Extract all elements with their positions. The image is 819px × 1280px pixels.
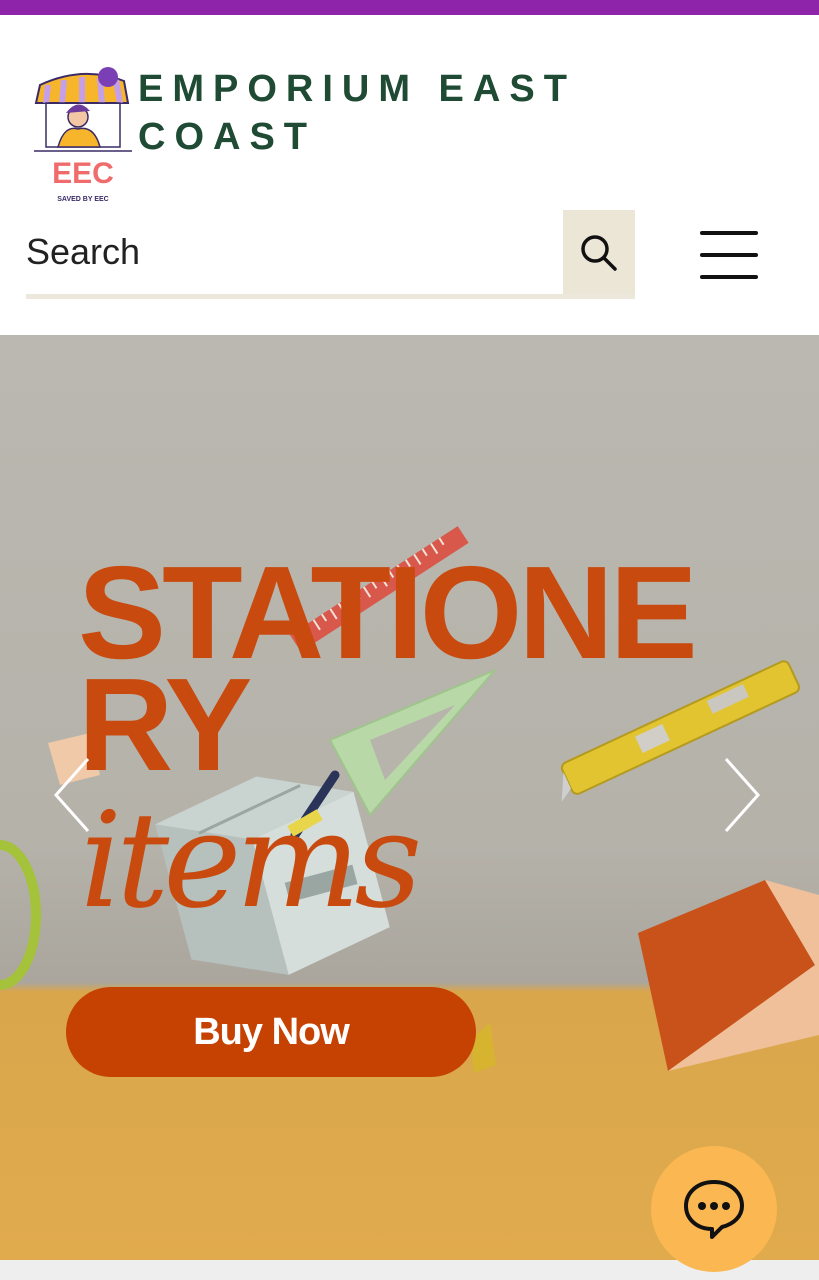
search-button[interactable] xyxy=(563,210,635,296)
brand-name-line-1: EMPORIUM EAST xyxy=(138,68,576,110)
chat-bubble-icon xyxy=(684,1180,744,1239)
chevron-left-icon xyxy=(53,758,90,832)
logo-text: EEC xyxy=(52,157,114,190)
carousel-prev-button[interactable] xyxy=(52,755,92,835)
brand-logo[interactable]: EEC SAVED BY EEC xyxy=(28,55,138,205)
search-underline xyxy=(26,294,635,299)
shop-logo-icon: EEC SAVED BY EEC xyxy=(34,67,132,203)
menu-button[interactable] xyxy=(700,227,760,285)
brand-name[interactable]: EMPORIUM EAST COAST xyxy=(138,65,638,161)
chat-button[interactable] xyxy=(651,1146,777,1272)
hero-title: STATIONERY xyxy=(78,539,698,798)
logo-tagline: SAVED BY EEC xyxy=(57,196,108,203)
search-icon xyxy=(581,235,617,271)
search-input[interactable] xyxy=(26,210,563,294)
search-bar xyxy=(26,210,635,300)
carousel-next-button[interactable] xyxy=(722,755,762,835)
top-accent-bar xyxy=(0,0,819,15)
hamburger-menu-icon xyxy=(700,231,758,235)
site-header: EEC SAVED BY EEC EMPORIUM EAST COAST xyxy=(0,15,819,335)
brand-name-line-2: COAST xyxy=(138,116,316,158)
chevron-right-icon xyxy=(724,758,761,832)
hero-banner: STATIONERY items Buy Now xyxy=(0,335,819,1260)
hero-subtitle: items xyxy=(80,784,422,938)
buy-now-button[interactable]: Buy Now xyxy=(66,987,476,1077)
